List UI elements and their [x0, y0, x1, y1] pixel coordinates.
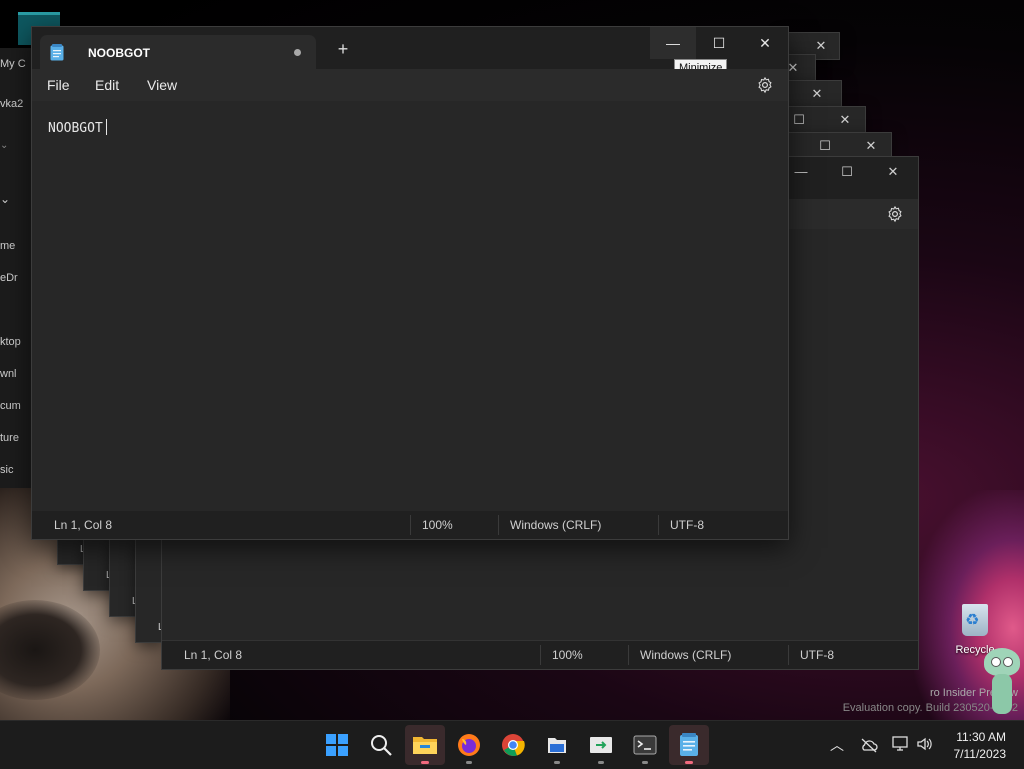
explorer-item: My C: [0, 58, 26, 70]
volume-icon[interactable]: [916, 736, 934, 752]
stacked-window[interactable]: ✕: [780, 80, 842, 108]
terminal-button[interactable]: [625, 725, 665, 765]
line-ending[interactable]: Windows (CRLF): [640, 648, 731, 662]
chevron-up-icon[interactable]: ︿: [830, 735, 844, 755]
explorer-item: eDr: [0, 272, 18, 284]
remote-icon: [590, 737, 612, 753]
clock-time: 11:30 AM: [956, 730, 1006, 744]
stacked-window: L: [135, 538, 164, 643]
menu-view[interactable]: View: [147, 77, 177, 93]
status-bar: Ln 1, Col 8 100% Windows (CRLF) UTF-8: [162, 640, 918, 669]
start-icon: [326, 734, 348, 756]
gear-icon[interactable]: [886, 205, 904, 223]
taskbar: ︿ 11:30 AM 7/11/2023: [0, 720, 1024, 769]
file-explorer-fragment: My C vka2 ⌄ ⌄ me eDr ktop wnl cum ture s…: [0, 48, 32, 488]
maximize-icon[interactable]: ☐: [824, 159, 870, 185]
tab-noobgot[interactable]: NOOBGOT: [40, 35, 316, 69]
stacked-window[interactable]: ☐ ✕: [780, 106, 866, 134]
file-explorer-button[interactable]: [405, 725, 445, 765]
start-button[interactable]: [317, 725, 357, 765]
onedrive-offline-icon[interactable]: [860, 737, 878, 753]
chrome-button[interactable]: [493, 725, 533, 765]
text-editor[interactable]: NOOBGOT: [32, 101, 788, 511]
editor-text: NOOBGOT: [48, 121, 103, 136]
explorer-item: me: [0, 240, 16, 252]
close-icon[interactable]: ✕: [870, 159, 916, 185]
desktop-sticker: [980, 648, 1024, 720]
explorer-item: vka2: [0, 98, 24, 110]
zoom-level[interactable]: 100%: [422, 518, 453, 532]
files-icon: [548, 738, 566, 753]
network-icon[interactable]: [892, 736, 910, 752]
cursor-position: Ln 1, Col 8: [54, 518, 113, 532]
search-button[interactable]: [361, 725, 401, 765]
remote-button[interactable]: [581, 725, 621, 765]
explorer-item: ture: [0, 432, 19, 444]
firefox-icon: [458, 734, 480, 756]
explorer-item: wnl: [0, 368, 17, 380]
cursor-position: Ln 1, Col 8: [184, 648, 243, 662]
notepad-window[interactable]: NOOBGOT + — ☐ ✕ Minimize File Edit View …: [31, 26, 789, 540]
recycle-bin-icon: ♻: [958, 598, 992, 638]
new-tab-button[interactable]: +: [332, 39, 354, 59]
menu-bar: File Edit View: [32, 69, 788, 101]
maximize-button[interactable]: ☐: [696, 27, 742, 59]
zoom-level[interactable]: 100%: [552, 648, 583, 662]
system-clock[interactable]: 11:30 AM 7/11/2023: [944, 729, 1007, 763]
file-explorer-icon: [413, 737, 437, 754]
unsaved-dot-icon[interactable]: [294, 49, 301, 56]
clock-date: 7/11/2023: [953, 747, 1007, 761]
terminal-icon: [633, 735, 657, 755]
search-icon: [371, 735, 392, 756]
explorer-item: sic: [0, 464, 14, 476]
files-button[interactable]: [537, 725, 577, 765]
editor-content: NOOBGOT: [48, 119, 107, 136]
tab-title: NOOBGOT: [88, 46, 150, 60]
explorer-item: ktop: [0, 336, 21, 348]
close-icon[interactable]: ✕: [833, 107, 857, 133]
minimize-button[interactable]: —: [650, 27, 696, 59]
encoding[interactable]: UTF-8: [800, 648, 834, 662]
maximize-icon[interactable]: ☐: [787, 107, 811, 133]
menu-edit[interactable]: Edit: [95, 77, 119, 93]
window-controls: — ☐ ✕: [650, 27, 788, 59]
close-icon[interactable]: ✕: [805, 81, 829, 107]
explorer-item: cum: [0, 400, 21, 412]
notepad-icon: [680, 733, 698, 756]
chevron-down-icon: ⌄: [0, 140, 9, 151]
chrome-icon: [502, 734, 525, 756]
chevron-down-icon: ⌄: [0, 192, 11, 206]
firefox-button[interactable]: [449, 725, 489, 765]
notepad-icon: [50, 44, 64, 61]
close-button[interactable]: ✕: [742, 27, 788, 59]
notepad-button[interactable]: [669, 725, 709, 765]
status-bar: Ln 1, Col 8 100% Windows (CRLF) UTF-8: [32, 511, 788, 539]
encoding[interactable]: UTF-8: [670, 518, 704, 532]
title-bar[interactable]: NOOBGOT + — ☐ ✕ Minimize: [32, 27, 788, 77]
text-caret: [105, 119, 107, 135]
line-ending[interactable]: Windows (CRLF): [510, 518, 601, 532]
menu-file[interactable]: File: [47, 77, 70, 93]
gear-icon[interactable]: [756, 76, 774, 94]
